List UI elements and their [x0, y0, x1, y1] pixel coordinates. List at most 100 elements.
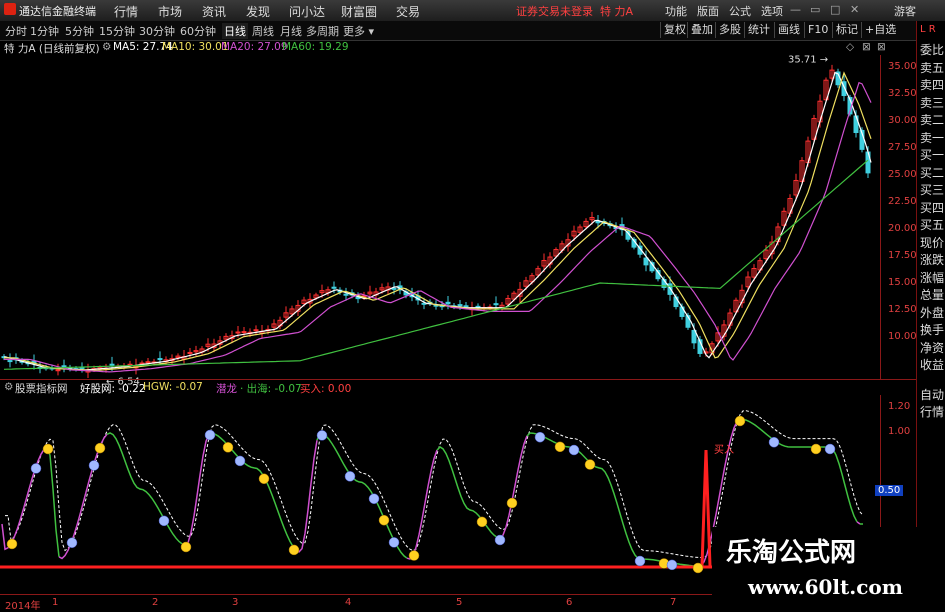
tab-5min[interactable]: 5分钟: [65, 23, 94, 39]
side-item: 卖一: [920, 130, 945, 145]
smiley-yellow-icon: [476, 516, 488, 528]
tab-15min[interactable]: 15分钟: [99, 23, 135, 39]
smiley-yellow-icon: [378, 514, 390, 526]
settings-icon[interactable]: ⚙: [4, 381, 13, 393]
overlay-button[interactable]: 叠加: [687, 22, 716, 38]
tab-30min[interactable]: 30分钟: [139, 23, 175, 39]
ma20-line: [4, 81, 872, 373]
price-tick-label: 30.00: [888, 115, 917, 126]
diamond-icon[interactable]: ◇: [846, 41, 854, 53]
fuquan-button[interactable]: 复权: [660, 22, 689, 38]
indicator-tick-label: 0.50: [875, 485, 904, 496]
menu-xuanxiang[interactable]: 选项: [761, 3, 783, 19]
candle-body: [145, 361, 151, 364]
side-item[interactable]: 行情: [920, 403, 945, 420]
smiley-blue-icon: [634, 555, 646, 567]
menu-caifuquan[interactable]: 财富圈: [341, 3, 377, 20]
settings-icon[interactable]: ⚙: [102, 41, 111, 53]
smiley-yellow-icon: [180, 541, 192, 553]
smiley-blue-icon: [88, 460, 100, 471]
time-tick-label: 2014年: [5, 601, 41, 612]
haogu-line: [208, 432, 297, 551]
candle-body: [331, 286, 337, 289]
indicator-tick-label: 1.00: [888, 426, 911, 437]
smiley-yellow-icon: [6, 538, 18, 550]
candlestick-chart: 35.71 →← 6.54: [1, 55, 872, 388]
price-tick-label: 25.00: [888, 169, 917, 180]
chart-area[interactable]: 35.71 →← 6.54 买入: [0, 55, 916, 595]
price-tick-label: 22.50: [888, 196, 917, 207]
menu-gongneng[interactable]: 功能: [665, 3, 687, 19]
side-item: 买一: [920, 148, 945, 162]
candle-body: [391, 287, 397, 290]
haogu-line: [736, 418, 858, 523]
add-favorite-button[interactable]: +自选: [861, 22, 899, 38]
maximize-icon[interactable]: □: [830, 3, 840, 16]
candle-body: [445, 301, 451, 305]
tab-1min[interactable]: 1分钟: [30, 23, 59, 39]
side-tabs[interactable]: L R: [920, 24, 936, 35]
f10-button[interactable]: F10: [804, 22, 831, 38]
menu-banmian[interactable]: 版面: [697, 3, 719, 19]
chuhai-value: · 出海: -0.07: [240, 383, 302, 395]
smiley-blue-icon: [158, 515, 170, 527]
smiley-yellow-icon: [584, 459, 596, 470]
tab-weekly[interactable]: 周线: [252, 23, 274, 39]
multi-stock-button[interactable]: 多股: [715, 22, 744, 38]
ma10-line: [4, 71, 872, 372]
tab-fenshi[interactable]: 分时: [5, 23, 27, 39]
menu-gongshi[interactable]: 公式: [729, 3, 751, 19]
panel-close-icon[interactable]: ⊠: [877, 41, 886, 53]
minimize-icon[interactable]: —: [790, 3, 801, 16]
indicator-name: 股票指标网: [15, 383, 68, 395]
menu-wenxiaoda[interactable]: 问小达: [289, 3, 325, 20]
side-item: 涨幅: [920, 270, 945, 285]
menu-shichang[interactable]: 市场: [158, 3, 182, 20]
buy-signal-spike: [700, 449, 712, 567]
drawline-button[interactable]: 画线: [774, 22, 803, 38]
smiley-yellow-icon: [222, 442, 234, 453]
side-item: 外盘: [920, 305, 945, 320]
time-tick-label: 5: [456, 597, 463, 608]
haogu-value: 好股网: -0.22: [80, 383, 146, 395]
menu-faxian[interactable]: 发现: [246, 3, 270, 20]
tab-60min[interactable]: 60分钟: [180, 23, 216, 39]
smiley-blue-icon: [234, 455, 246, 467]
candle-body: [157, 358, 163, 361]
guest-label[interactable]: 游客: [894, 3, 916, 19]
close-icon[interactable]: ✕: [850, 3, 859, 16]
smiley-blue-icon: [388, 537, 400, 548]
smiley-yellow-icon: [288, 544, 300, 556]
indicator-legend: ⚙ 股票指标网 好股网: -0.22 HGW: -0.07 潜龙 · 出海: -…: [0, 381, 915, 395]
login-notice[interactable]: 证券交易未登录 特 力A: [516, 3, 633, 19]
menu-zixun[interactable]: 资讯: [202, 3, 226, 20]
side-item: 卖二: [920, 113, 945, 127]
haogu-line: [526, 432, 696, 567]
stats-button[interactable]: 统计: [744, 22, 773, 38]
haogu-line: [43, 445, 60, 557]
haogu-line: [181, 433, 210, 546]
candle-body: [421, 302, 427, 305]
side-item: 买四: [920, 200, 945, 215]
app-logo-icon: [4, 3, 16, 15]
smiley-blue-icon: [534, 431, 546, 443]
smiley-blue-icon: [204, 429, 216, 441]
tab-daily[interactable]: 日线: [222, 23, 248, 39]
candle-body: [343, 293, 349, 296]
panel-toggle-icon[interactable]: ⊠: [862, 41, 871, 53]
indicator-tick-label: 1.20: [888, 401, 911, 412]
candle-body: [457, 304, 463, 307]
tab-more[interactable]: 更多 ▾: [343, 23, 374, 39]
menu-hangqing[interactable]: 行情: [114, 3, 138, 20]
restore-icon[interactable]: ▭: [810, 3, 820, 16]
tab-multi-period[interactable]: 多周期: [306, 23, 339, 39]
smiley-blue-icon: [666, 559, 678, 571]
menu-jiaoyi[interactable]: 交易: [396, 3, 420, 20]
side-item[interactable]: 自动: [920, 386, 945, 403]
ma10-label: MA10: 30.01: [162, 41, 229, 53]
mark-button[interactable]: 标记: [832, 22, 861, 38]
haogu-line: [496, 435, 528, 539]
candle-body: [643, 257, 649, 266]
tab-monthly[interactable]: 月线: [280, 23, 302, 39]
time-tick-label: 3: [232, 597, 239, 608]
